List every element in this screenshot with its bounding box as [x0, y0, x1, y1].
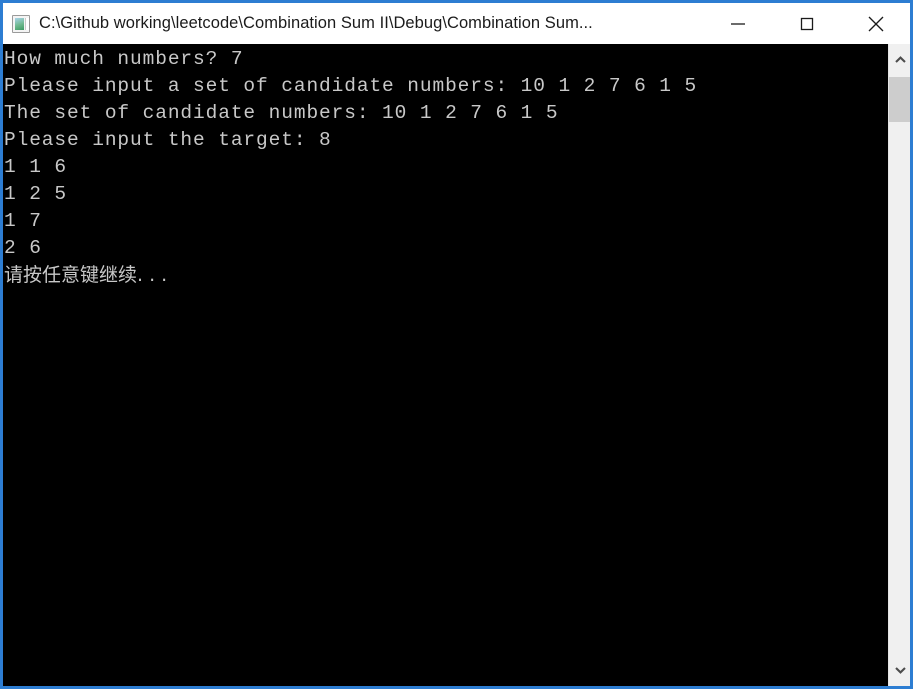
maximize-button[interactable]: [772, 3, 841, 44]
vertical-scrollbar[interactable]: [888, 44, 910, 686]
window-title: C:\Github working\leetcode\Combination S…: [39, 14, 593, 32]
console-line: 2 6: [4, 237, 42, 259]
console-app-icon: [12, 14, 30, 33]
scrollbar-track[interactable]: [889, 76, 910, 654]
console-text: How much numbers? 7 Please input a set of…: [3, 44, 888, 289]
title-bar[interactable]: C:\Github working\leetcode\Combination S…: [3, 3, 910, 44]
console-line: The set of candidate numbers: 10 1 2 7 6…: [4, 102, 559, 124]
console-line: How much numbers? 7: [4, 48, 244, 70]
console-line: 1 2 5: [4, 183, 68, 205]
minimize-icon: [730, 22, 745, 25]
scroll-down-button[interactable]: [889, 654, 910, 686]
chevron-up-icon: [894, 56, 906, 63]
minimize-button[interactable]: [703, 3, 772, 44]
window-controls: [703, 3, 910, 44]
console-line: 请按任意键继续. . .: [4, 264, 168, 286]
maximize-icon: [800, 17, 813, 30]
console-output-area[interactable]: How much numbers? 7 Please input a set of…: [3, 44, 888, 686]
close-icon: [868, 16, 883, 31]
scrollbar-thumb[interactable]: [889, 77, 910, 122]
console-line: 1 7: [4, 210, 42, 232]
console-line: 1 1 6: [4, 156, 68, 178]
console-line: Please input the target: 8: [4, 129, 332, 151]
scroll-up-button[interactable]: [889, 44, 910, 76]
chevron-down-icon: [894, 667, 906, 674]
console-line: Please input a set of candidate numbers:…: [4, 75, 698, 97]
close-button[interactable]: [841, 3, 910, 44]
console-window: C:\Github working\leetcode\Combination S…: [0, 0, 913, 689]
